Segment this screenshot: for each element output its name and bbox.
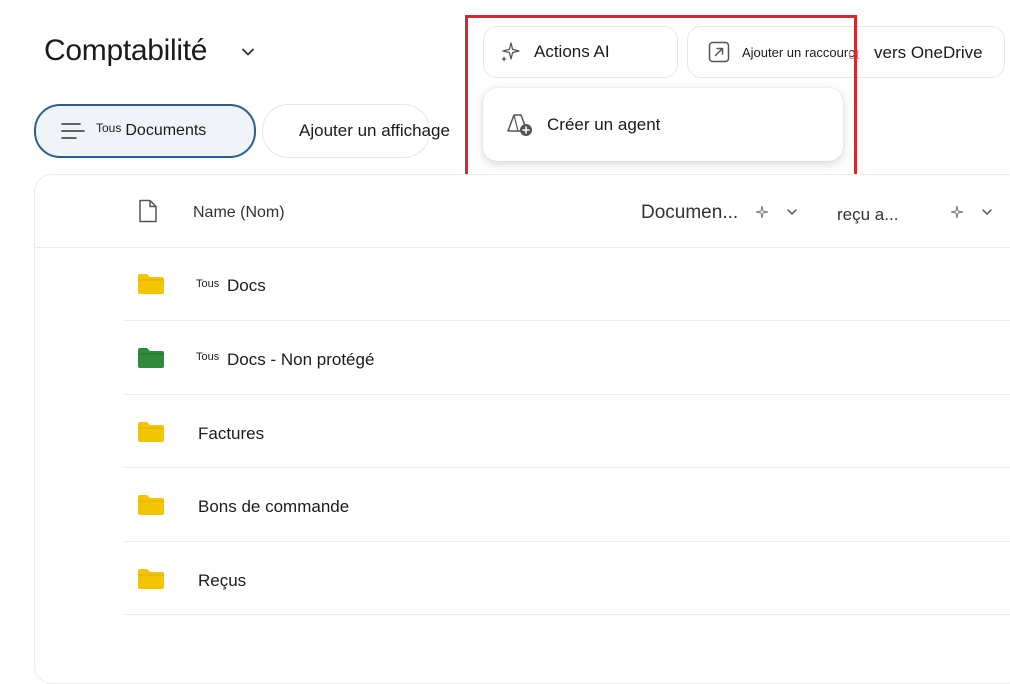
row-name[interactable]: Reçus — [198, 571, 246, 591]
row-divider — [124, 614, 1010, 615]
view-selector-button[interactable]: Tous Documents — [34, 104, 256, 158]
column-header-document[interactable]: Documen... — [641, 202, 738, 224]
view-current-label: Documents — [125, 122, 207, 139]
document-library-card — [34, 174, 1010, 684]
header-divider — [34, 247, 1010, 248]
folder-icon — [138, 569, 164, 589]
add-view-label: Ajouter un affichage — [299, 121, 450, 140]
list-lines-icon — [61, 123, 85, 139]
row-prefix: Tous — [196, 278, 220, 290]
row-name[interactable]: Factures — [198, 424, 264, 444]
chevron-down-icon[interactable] — [786, 206, 798, 218]
chevron-down-icon[interactable] — [240, 44, 256, 60]
column-header-name[interactable]: Name (Nom) — [193, 204, 285, 222]
folder-icon — [138, 422, 164, 442]
folder-icon — [138, 495, 164, 515]
row-divider — [124, 467, 1010, 468]
file-icon — [139, 199, 157, 223]
column-header-receipt[interactable]: reçu a... — [837, 205, 898, 225]
row-name[interactable]: Bons de commande — [198, 497, 349, 517]
sparkle-icon — [755, 205, 769, 219]
row-divider — [124, 320, 1010, 321]
view-prefix-label: Tous — [96, 121, 122, 135]
add-view-button[interactable]: Ajouter un affichage — [262, 104, 450, 158]
highlight-box — [465, 15, 857, 183]
chevron-down-icon[interactable] — [981, 206, 993, 218]
row-divider — [124, 394, 1010, 395]
sparkle-icon — [950, 205, 964, 219]
page-title: Comptabilité — [44, 34, 208, 67]
shortcut-label-large: vers OneDrive — [874, 43, 983, 62]
row-name[interactable]: Docs - Non protégé — [227, 350, 374, 370]
folder-icon — [138, 348, 164, 368]
row-name[interactable]: Docs — [227, 276, 266, 296]
folder-icon — [138, 274, 164, 294]
row-divider — [124, 541, 1010, 542]
row-prefix: Tous — [196, 351, 220, 363]
